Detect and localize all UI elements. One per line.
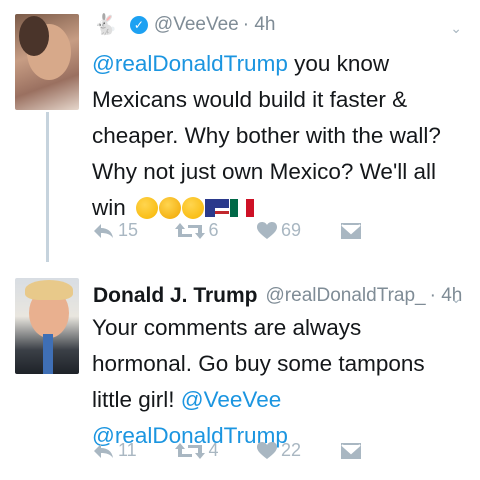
tweet[interactable]: Donald J. Trump @realDonaldTrap_ · 4h ⌄ … [0,268,480,480]
mention-link[interactable]: @realDonaldTrump [92,51,288,76]
tweet-body: you know Mexicans would build it faster … [92,51,441,220]
envelope-icon [339,221,362,240]
like-button[interactable]: 22 [257,440,340,461]
like-count: 22 [281,440,302,460]
reply-icon [94,443,113,458]
thread-line [46,112,49,262]
tweet-text: @realDonaldTrump you know Mexicans would… [92,46,464,226]
retweet-button[interactable]: 6 [174,220,258,241]
user-handle[interactable]: @realDonaldTrap_ [266,285,426,307]
avatar[interactable] [15,278,79,374]
tweet[interactable]: 🐇 ✓ @VeeVee · 4h ⌄ @realDonaldTrump you … [0,0,480,268]
retweet-count: 6 [208,220,219,240]
direct-message-button[interactable] [339,221,423,240]
tweet-header: Donald J. Trump @realDonaldTrap_ · 4h [93,284,462,308]
chevron-down-icon[interactable]: ⌄ [450,290,462,307]
tweet-actions: 15 6 69 [92,220,422,241]
envelope-icon [339,441,362,460]
retweet-icon [174,442,205,459]
tweet-header: 🐇 ✓ @VeeVee · 4h [93,12,275,37]
retweet-button[interactable]: 4 [174,440,258,461]
chevron-down-icon[interactable]: ⌄ [450,20,462,37]
tweet-text: Your comments are always hormonal. Go bu… [92,310,464,454]
tweet-actions: 11 4 22 [92,440,422,461]
heart-icon [257,441,277,459]
reply-button[interactable]: 15 [92,220,175,241]
heart-icon [257,221,277,239]
mention-link[interactable]: @VeeVee [181,387,281,412]
verified-badge-icon: ✓ [129,15,148,34]
reply-button[interactable]: 11 [92,440,175,461]
winking-face-icon [182,197,205,219]
us-flag-icon [205,199,230,217]
flushed-face-icon [159,197,182,219]
avatar[interactable] [15,14,79,110]
tweet-time[interactable]: · 4h [243,14,276,36]
like-button[interactable]: 69 [257,220,340,241]
like-count: 69 [281,220,302,240]
mexico-flag-icon [230,199,255,217]
user-handle[interactable]: @VeeVee [154,14,239,36]
reply-count: 11 [118,440,137,460]
rabbit-emoji-icon: 🐇 [93,14,118,36]
retweet-count: 4 [208,440,219,460]
display-name[interactable]: Donald J. Trump [93,284,258,308]
direct-message-button[interactable] [339,441,423,460]
reply-count: 15 [118,220,139,240]
reply-icon [94,223,113,238]
thinking-face-icon [136,197,159,219]
retweet-icon [174,222,205,239]
